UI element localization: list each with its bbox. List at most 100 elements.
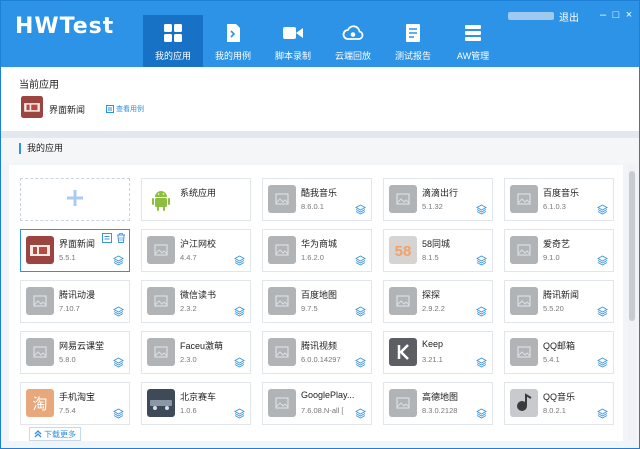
app-icon bbox=[268, 389, 296, 417]
app-layers-icon[interactable] bbox=[355, 408, 366, 419]
app-card[interactable]: 腾讯新闻 5.5.20 bbox=[504, 280, 614, 323]
app-card[interactable]: 华为商城 1.6.2.0 bbox=[262, 229, 372, 272]
app-card[interactable]: 探探 2.9.2.2 bbox=[383, 280, 493, 323]
app-layers-icon[interactable] bbox=[234, 306, 245, 317]
nav-tab-cloud[interactable]: 云端回放 bbox=[323, 15, 383, 67]
app-version: 1.6.2.0 bbox=[301, 253, 324, 262]
app-icon bbox=[389, 185, 417, 213]
app-version: 5.1.32 bbox=[422, 202, 443, 211]
app-card[interactable]: 高德地图 8.3.0.2128 bbox=[383, 382, 493, 425]
app-card[interactable]: QQ邮箱 5.4.1 bbox=[504, 331, 614, 374]
add-app-button[interactable] bbox=[20, 178, 130, 221]
app-layers-icon[interactable] bbox=[355, 357, 366, 368]
app-layers-icon[interactable] bbox=[476, 255, 487, 266]
app-card[interactable]: 爱奇艺 9.1.0 bbox=[504, 229, 614, 272]
app-name: 高德地图 bbox=[422, 392, 459, 402]
app-layers-icon[interactable] bbox=[113, 306, 124, 317]
app-card[interactable]: 百度地图 9.7.5 bbox=[262, 280, 372, 323]
app-card[interactable]: 网易云课堂 5.8.0 bbox=[20, 331, 130, 374]
plus-icon bbox=[67, 190, 83, 206]
app-card[interactable]: 酷我音乐 8.6.0.1 bbox=[262, 178, 372, 221]
app-card[interactable]: 腾讯视频 6.0.0.14297 bbox=[262, 331, 372, 374]
app-version: 4.4.7 bbox=[180, 253, 197, 262]
app-card[interactable]: GooglePlay... 7.6.08.N-all [ bbox=[262, 382, 372, 425]
app-icon bbox=[510, 338, 538, 366]
app-name: Keep bbox=[422, 339, 444, 349]
nav-tab-cases[interactable]: 我的用例 bbox=[203, 15, 263, 67]
app-layers-icon[interactable] bbox=[113, 255, 124, 266]
nav-tab-apps[interactable]: 我的应用 bbox=[143, 15, 203, 67]
cloud-replay-icon bbox=[342, 22, 364, 44]
app-card[interactable]: QQ音乐 8.0.2.1 bbox=[504, 382, 614, 425]
app-layers-icon[interactable] bbox=[355, 306, 366, 317]
logout-button[interactable]: 退出 bbox=[559, 9, 579, 24]
app-name: 腾讯视频 bbox=[301, 341, 338, 351]
app-layers-icon[interactable] bbox=[476, 408, 487, 419]
app-name: GooglePlay... bbox=[301, 390, 355, 400]
minimize-button[interactable]: – bbox=[597, 8, 609, 22]
download-more-label: 下载更多 bbox=[44, 429, 76, 439]
app-version: 5.5.1 bbox=[59, 253, 76, 262]
app-name: 百度音乐 bbox=[543, 188, 580, 198]
app-icon bbox=[510, 389, 538, 417]
app-card[interactable]: Faceu激萌 2.3.0 bbox=[141, 331, 251, 374]
video-camera-icon bbox=[282, 22, 304, 44]
app-layers-icon[interactable] bbox=[234, 255, 245, 266]
download-more-button[interactable]: 下载更多 bbox=[29, 427, 81, 441]
app-name: QQ邮箱 bbox=[543, 341, 576, 351]
app-version: 6.1.0.3 bbox=[543, 202, 566, 211]
app-card[interactable]: 滴滴出行 5.1.32 bbox=[383, 178, 493, 221]
apps-scrollbar[interactable] bbox=[628, 165, 636, 441]
app-card[interactable]: 腾讯动漫 7.10.7 bbox=[20, 280, 130, 323]
view-cases-label: 查看用例 bbox=[116, 106, 144, 113]
app-card[interactable]: Keep 3.21.1 bbox=[383, 331, 493, 374]
nav-tab-label: 脚本录制 bbox=[274, 51, 311, 61]
app-card[interactable]: 百度音乐 6.1.0.3 bbox=[504, 178, 614, 221]
scrollbar-thumb[interactable] bbox=[629, 171, 635, 321]
app-layers-icon[interactable] bbox=[597, 255, 608, 266]
app-version: 3.21.1 bbox=[422, 355, 443, 364]
app-icon bbox=[26, 236, 54, 264]
nav-tab-report[interactable]: 测试报告 bbox=[383, 15, 443, 67]
app-card[interactable]: 58 58同城 8.1.5 bbox=[383, 229, 493, 272]
edit-icon[interactable] bbox=[102, 233, 112, 243]
my-apps-title: 我的应用 bbox=[19, 143, 63, 154]
app-layers-icon[interactable] bbox=[355, 204, 366, 215]
app-layers-icon[interactable] bbox=[597, 357, 608, 368]
app-layers-icon[interactable] bbox=[355, 255, 366, 266]
nav-tab-aw[interactable]: AW管理 bbox=[443, 15, 503, 67]
app-icon bbox=[510, 236, 538, 264]
app-name: 华为商城 bbox=[301, 239, 338, 249]
app-layers-icon[interactable] bbox=[597, 408, 608, 419]
script-file-icon bbox=[222, 22, 244, 44]
app-layers-icon[interactable] bbox=[234, 357, 245, 368]
delete-icon[interactable] bbox=[116, 233, 126, 243]
app-card[interactable]: 北京赛车 1.0.6 bbox=[141, 382, 251, 425]
app-layers-icon[interactable] bbox=[476, 306, 487, 317]
view-cases-link[interactable]: 查看用例 bbox=[106, 104, 144, 114]
app-name: 腾讯新闻 bbox=[543, 290, 580, 300]
nav-tab-label: AW管理 bbox=[456, 51, 490, 61]
app-layers-icon[interactable] bbox=[476, 357, 487, 368]
maximize-button[interactable]: □ bbox=[610, 8, 622, 22]
app-layers-icon[interactable] bbox=[597, 204, 608, 215]
nav-tab-record[interactable]: 脚本录制 bbox=[263, 15, 323, 67]
app-layers-icon[interactable] bbox=[234, 408, 245, 419]
app-card[interactable]: 系统应用 bbox=[141, 178, 251, 221]
app-card[interactable]: 微信读书 2.3.2 bbox=[141, 280, 251, 323]
app-card[interactable]: 淘 手机淘宝 7.5.4 bbox=[20, 382, 130, 425]
app-icon bbox=[389, 338, 417, 366]
app-name: 界面新闻 bbox=[59, 239, 96, 249]
app-card[interactable]: 界面新闻 5.5.1 bbox=[20, 229, 130, 272]
app-layers-icon[interactable] bbox=[597, 306, 608, 317]
nav-tab-label: 我的用例 bbox=[214, 51, 251, 61]
app-name: 百度地图 bbox=[301, 290, 338, 300]
app-icon bbox=[389, 389, 417, 417]
double-chevron-up-icon bbox=[34, 430, 42, 438]
app-version: 7.10.7 bbox=[59, 304, 80, 313]
app-layers-icon[interactable] bbox=[113, 408, 124, 419]
app-layers-icon[interactable] bbox=[113, 357, 124, 368]
app-layers-icon[interactable] bbox=[476, 204, 487, 215]
app-card[interactable]: 沪江网校 4.4.7 bbox=[141, 229, 251, 272]
close-button[interactable]: × bbox=[623, 8, 635, 22]
